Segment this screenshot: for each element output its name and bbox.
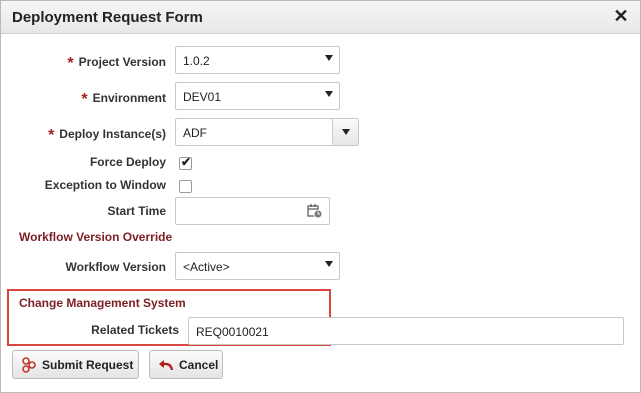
project-version-select[interactable]: 1.0.2 (175, 46, 340, 74)
chevron-down-icon (325, 261, 333, 267)
workflow-override-heading: Workflow Version Override (19, 230, 173, 244)
checkmark-icon: ✔ (181, 155, 192, 169)
dialog-titlebar: Deployment Request Form ✕ (1, 1, 640, 34)
change-management-heading: Change Management System (19, 296, 186, 310)
related-tickets-label: Related Tickets (91, 323, 179, 337)
exception-to-window-label: Exception to Window (44, 178, 166, 192)
required-marker: * (67, 55, 74, 72)
cancel-button[interactable]: Cancel (149, 350, 223, 379)
deploy-instance-label: * Deploy Instance(s) (48, 127, 166, 144)
workflow-version-label: Workflow Version (65, 260, 166, 274)
environment-select[interactable]: DEV01 (175, 82, 340, 110)
related-tickets-input[interactable]: REQ0010021 (188, 317, 624, 345)
deployment-request-dialog: Deployment Request Form ✕ * Project Versi… (0, 0, 641, 393)
close-icon[interactable]: ✕ (612, 7, 630, 25)
dropdown-toggle-button[interactable] (332, 119, 358, 145)
chevron-down-icon (325, 91, 333, 97)
undo-arrow-icon (159, 360, 174, 371)
exception-to-window-checkbox[interactable] (179, 180, 192, 193)
workflow-version-select[interactable]: <Active> (175, 252, 340, 280)
force-deploy-checkbox[interactable]: ✔ (179, 155, 192, 170)
submit-icon (22, 357, 36, 373)
required-marker: * (81, 91, 88, 108)
environment-label: * Environment (81, 91, 166, 108)
required-marker: * (48, 127, 55, 144)
project-version-label: * Project Version (67, 55, 166, 72)
chevron-down-icon (342, 129, 350, 135)
start-time-label: Start Time (107, 204, 166, 218)
deploy-instance-select[interactable]: ADF (175, 118, 359, 146)
submit-request-button[interactable]: Submit Request (12, 350, 139, 379)
force-deploy-label: Force Deploy (89, 155, 166, 169)
dialog-title: Deployment Request Form (12, 9, 203, 26)
chevron-down-icon (325, 55, 333, 61)
start-time-input[interactable] (175, 197, 330, 225)
calendar-clock-icon[interactable] (307, 203, 323, 219)
